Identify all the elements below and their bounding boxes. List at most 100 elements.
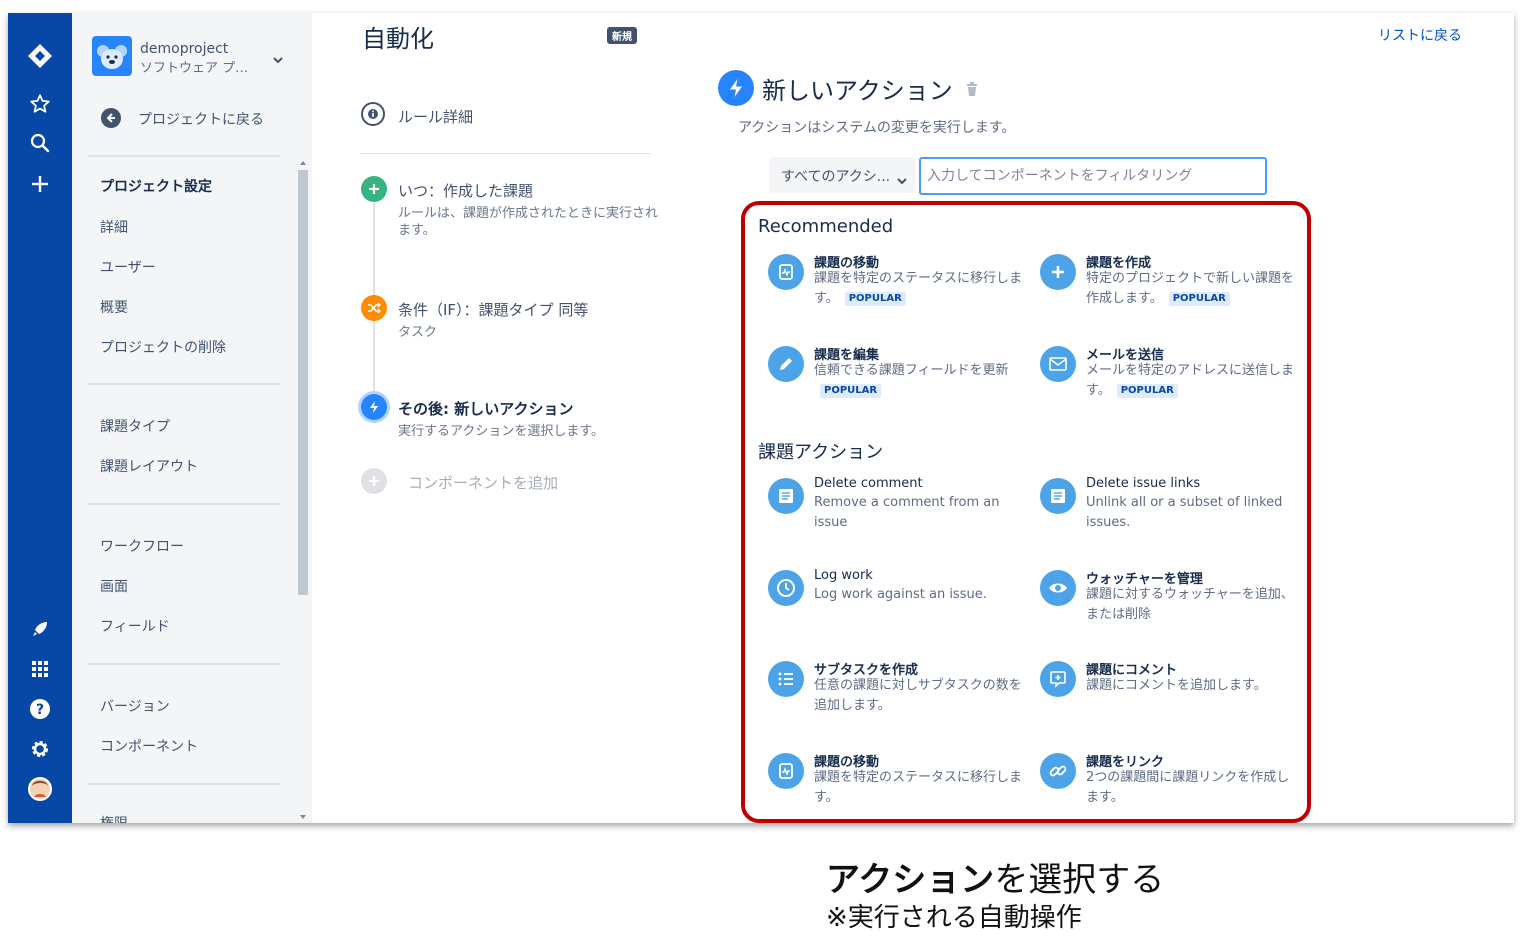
sidebar-scrollbar-thumb[interactable] [298,170,308,595]
sidebar-item-issue-types[interactable]: 課題タイプ [100,416,170,436]
step-action-title[interactable]: その後: 新しいアクション [398,398,573,419]
link-icon [1040,753,1076,789]
step-condition-desc: タスク [398,325,438,340]
action-item-transition-issue-2[interactable]: 課題の移動 課題を特定のステータスに移行します。 [768,751,1026,817]
sidebar-item-versions[interactable]: バージョン [100,696,170,716]
create-plus-icon[interactable] [24,168,56,200]
back-to-list-link[interactable]: リストに戻る [1378,25,1462,45]
sidebar-divider [88,503,280,505]
mail-icon [1040,346,1076,382]
popular-badge: POPULAR [1116,384,1178,398]
sidebar-heading: プロジェクト設定 [100,179,212,195]
action-item-delete-issue-links[interactable]: Delete issue links Unlink all or a subse… [1040,476,1298,542]
sidebar-item-screens[interactable]: 画面 [100,576,128,596]
sidebar-divider [88,383,280,385]
action-title: Delete comment [814,476,923,491]
back-arrow-icon[interactable] [101,108,121,128]
plus-icon [1040,254,1076,290]
list-icon [768,661,804,697]
page-title: 自動化 [362,25,434,53]
step-trigger-title[interactable]: いつ：作成した課題 [398,180,533,201]
caption-main: アクションを選択する [826,852,1164,901]
action-item-transition-issue[interactable]: 課題の移動 課題を特定のステータスに移行します。 POPULAR [768,252,1026,318]
doc-lines-icon [1040,478,1076,514]
rocket-icon[interactable] [24,613,56,645]
action-desc: 課題を特定のステータスに移行します。 POPULAR [814,271,1023,306]
svg-text:?: ? [36,702,44,718]
action-item-manage-watchers[interactable]: ウォッチャーを管理 課題に対するウォッチャーを追加、または削除 [1040,568,1298,634]
rule-details-link[interactable]: ルール詳細 [398,106,473,127]
action-item-create-issue[interactable]: 課題を作成 特定のプロジェクトで新しい課題を作成します。 POPULAR [1040,252,1298,318]
clock-icon [768,570,804,606]
caption-bold: アクション [826,860,995,900]
info-icon [361,102,385,126]
settings-gear-icon[interactable] [24,733,56,765]
action-item-comment-on-issue[interactable]: 課題にコメント 課題にコメントを追加します。 [1040,659,1298,725]
sidebar-item-components[interactable]: コンポーネント [100,736,198,756]
chevron-down-icon[interactable] [272,49,284,68]
caption-rest: を選択する [994,860,1165,900]
scroll-up-arrow-icon[interactable] [300,161,306,165]
jira-logo-icon[interactable] [24,40,56,72]
action-desc: 課題を特定のステータスに移行します。 [814,770,1023,805]
action-item-edit-issue[interactable]: 課題を編集 信頼できる課題フィールドを更新POPULAR [768,344,1026,410]
action-item-send-email[interactable]: メールを送信 メールを特定のアドレスに送信します。 POPULAR [1040,344,1298,410]
screenshot-frame: ? demoproject ソフトウェア プロ... プロジェクトに戻る プロジ… [8,13,1514,823]
action-item-create-subtasks[interactable]: サブタスクを作成 任意の課題に対しサブタスクの数を追加します。 [768,659,1026,725]
new-badge: 新規 [607,27,637,44]
action-desc: Unlink all or a subset of linked issues. [1086,495,1283,530]
component-filter-input[interactable] [919,157,1267,195]
popular-badge: POPULAR [820,384,882,398]
app-switcher-icon[interactable] [24,653,56,685]
comment-add-icon [1040,661,1076,697]
star-icon[interactable] [24,88,56,120]
help-icon[interactable]: ? [24,693,56,725]
sidebar-item-summary[interactable]: 概要 [100,297,128,317]
sidebar-divider [88,783,280,785]
add-component-plus-icon[interactable] [361,468,387,494]
trigger-plus-icon [361,176,387,202]
action-panel-desc: アクションはシステムの変更を実行します。 [738,120,1016,136]
popular-badge: POPULAR [1168,292,1230,306]
issue-actions-heading: 課題アクション [758,442,884,463]
action-item-delete-comment[interactable]: Delete comment Remove a comment from an … [768,476,1026,542]
global-nav: ? [8,13,72,823]
action-item-log-work[interactable]: Log work Log work against an issue. [768,568,1026,634]
scroll-down-arrow-icon[interactable] [300,815,306,819]
sidebar-item-workflows[interactable]: ワークフロー [100,536,184,556]
action-desc: 課題にコメントを追加します。 [1086,678,1267,693]
action-desc: 任意の課題に対しサブタスクの数を追加します。 [814,678,1022,713]
sidebar-item-delete-project[interactable]: プロジェクトの削除 [100,337,226,357]
transition-icon [768,753,804,789]
sidebar-item-issue-layout[interactable]: 課題レイアウト [100,456,198,476]
action-desc: 特定のプロジェクトで新しい課題を作成します。 POPULAR [1086,271,1295,306]
back-to-project-link[interactable]: プロジェクトに戻る [138,109,264,129]
action-lightning-icon [361,394,387,420]
step-condition-title[interactable]: 条件（IF）：課題タイプ 同等 [398,299,588,320]
sidebar-divider [88,155,280,157]
project-name[interactable]: demoproject [140,41,228,57]
search-icon[interactable] [24,127,56,159]
step-action-desc: 実行するアクションを選択します。 [398,424,605,439]
caption-sub: ※実行される自動操作 [826,903,1082,933]
sidebar-item-details[interactable]: 詳細 [100,217,128,237]
steps-divider [360,153,651,154]
sidebar-item-permissions[interactable]: 権限 [100,813,128,823]
project-avatar[interactable] [92,36,132,76]
transition-icon [768,254,804,290]
sidebar-item-users[interactable]: ユーザー [100,257,156,277]
chevron-down-icon[interactable] [896,170,908,189]
add-component-link[interactable]: コンポーネントを追加 [408,472,558,493]
action-category-select[interactable]: すべてのアクシ... [769,157,915,193]
user-avatar[interactable] [24,773,56,805]
project-type: ソフトウェア プロ... [140,61,260,76]
action-title: Delete issue links [1086,476,1201,491]
trash-icon[interactable] [966,81,978,100]
sidebar-divider [88,663,280,665]
action-panel-title: 新しいアクション [762,77,953,105]
action-desc: Remove a comment from an issue [814,495,1000,530]
action-desc: 2つの課題間に課題リンクを作成します。 [1086,770,1290,805]
sidebar-item-fields[interactable]: フィールド [100,616,170,636]
project-sidebar: demoproject ソフトウェア プロ... プロジェクトに戻る プロジェク… [72,13,312,823]
action-item-link-issues[interactable]: 課題をリンク 2つの課題間に課題リンクを作成します。 [1040,751,1298,817]
